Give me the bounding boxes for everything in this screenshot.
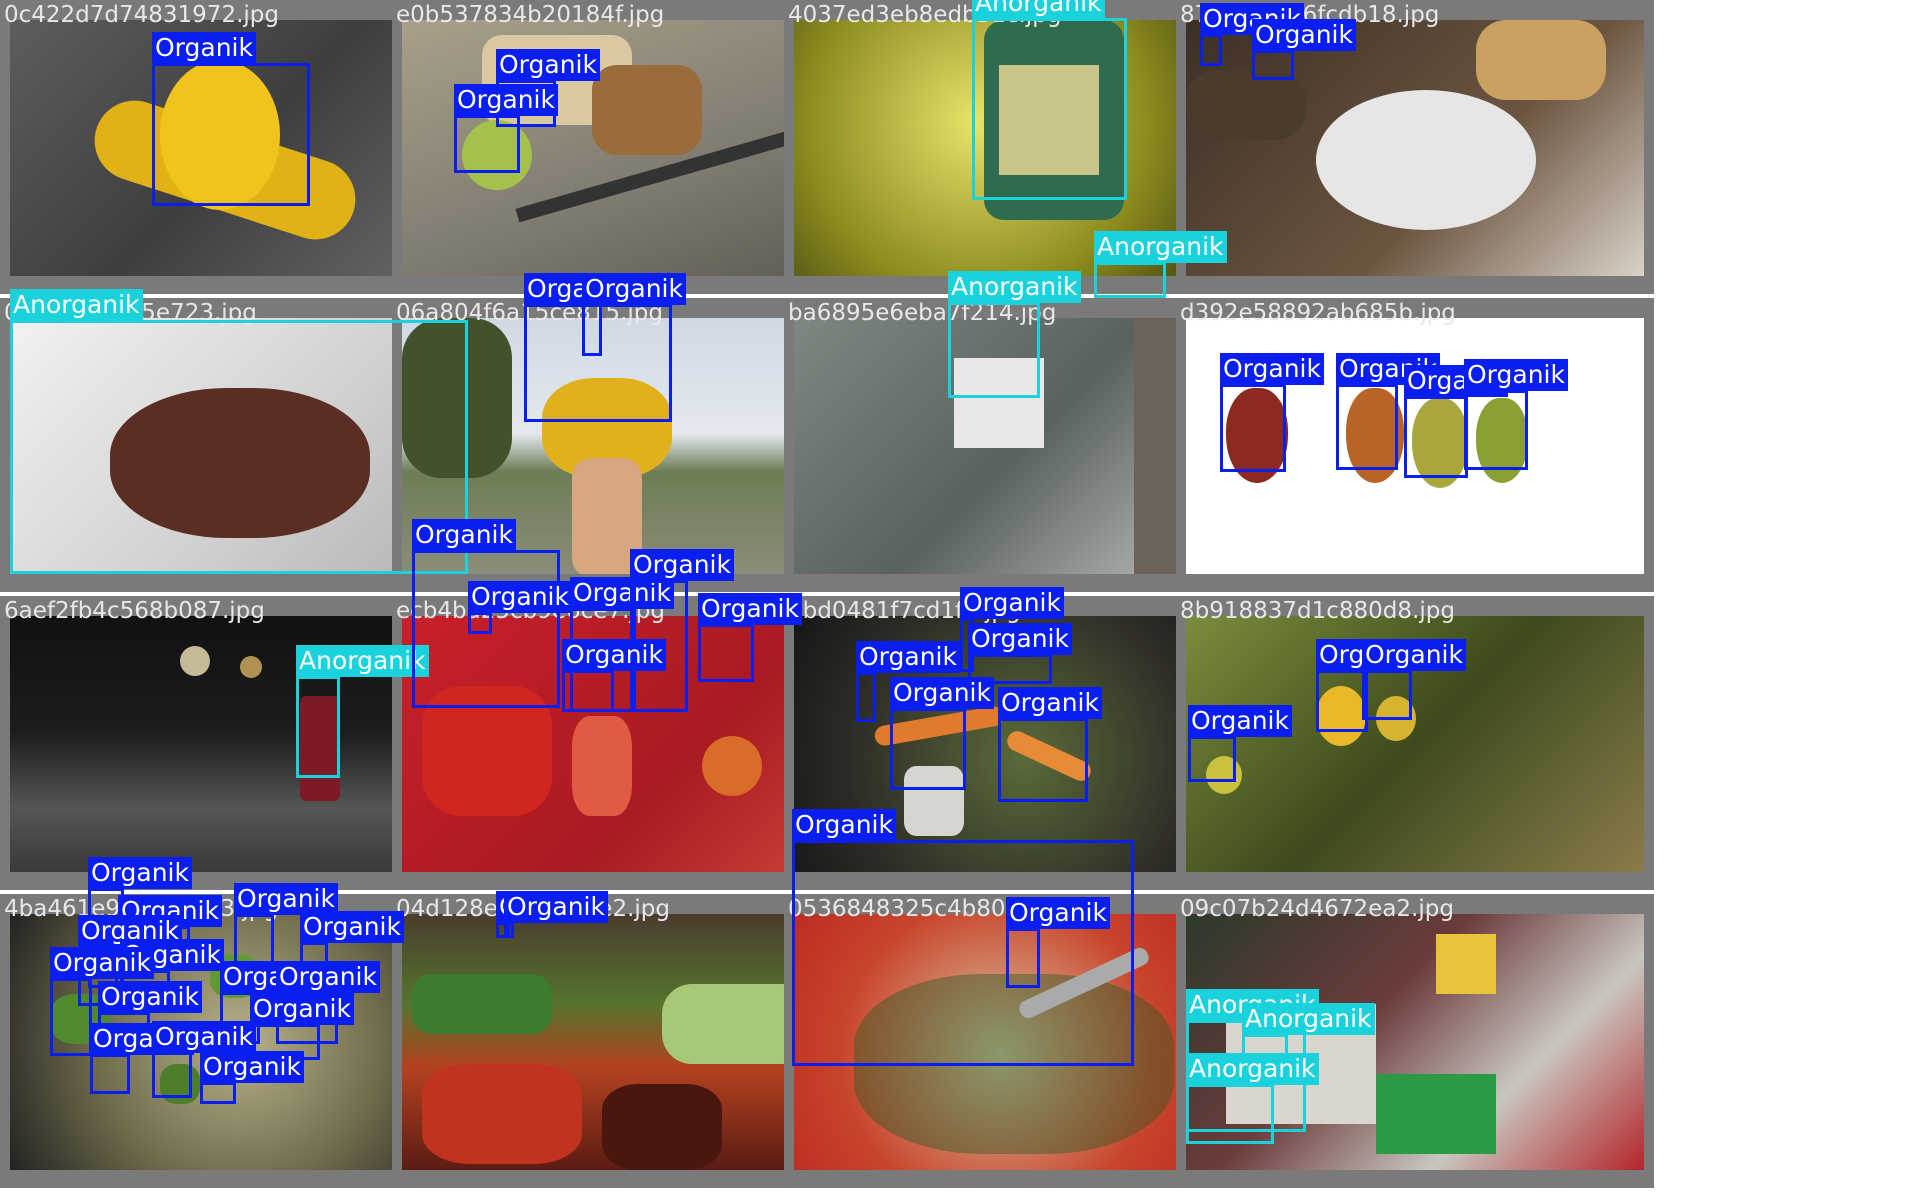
detection-box[interactable]: Organik — [998, 687, 1102, 802]
detection-label: Organik — [968, 623, 1072, 655]
detection-label: Organik — [152, 1021, 256, 1053]
detection-label: Anorganik — [1094, 231, 1227, 263]
detection-box[interactable]: Organik — [890, 677, 994, 790]
tile-3[interactable]: 87f3d9ec86fcdb18.jpg Organik Organik — [1176, 0, 1654, 294]
detection-label: Organik — [300, 911, 404, 943]
detection-label: Organik — [630, 549, 734, 581]
detection-box[interactable]: Organik — [1252, 19, 1356, 80]
detection-label: Organik — [792, 809, 896, 841]
detection-label: Organik — [50, 947, 154, 979]
detection-box[interactable]: Organik — [562, 639, 666, 712]
detection-label: Organik — [998, 687, 1102, 719]
detection-label: Organik — [1362, 639, 1466, 671]
detection-box[interactable]: Organik — [454, 84, 558, 173]
detection-label: Organik — [1220, 353, 1324, 385]
detection-label: Organik — [468, 581, 572, 613]
detection-box[interactable]: Anorganik — [948, 271, 1081, 398]
detection-label: Anorganik — [972, 0, 1105, 19]
detection-box[interactable]: Organik — [1316, 639, 1420, 732]
detection-label: Organik — [88, 857, 192, 889]
tile-filename: 0c422d7d74831972.jpg — [4, 2, 279, 28]
detection-label: Organik — [890, 677, 994, 709]
detection-box[interactable]: Organik — [1362, 639, 1466, 720]
detection-box[interactable]: Organik — [1336, 353, 1440, 470]
detection-label: Organik — [1464, 359, 1568, 391]
tile-11[interactable]: 8b918837d1c880d8.jpg Organik Organik Org… — [1176, 596, 1654, 890]
detection-label: Organik — [250, 993, 354, 1025]
detection-label: Organik — [698, 593, 802, 625]
detection-box[interactable]: Organik — [1404, 365, 1508, 478]
detection-box[interactable]: Organik — [200, 1051, 304, 1104]
detection-box[interactable]: Organik — [1220, 353, 1324, 472]
tile-4[interactable]: 0c9b5f2e055e723.jpg Anorganik — [0, 289, 478, 592]
detection-box[interactable]: Anorganik — [296, 645, 429, 778]
tile-filename: 6aef2fb4c568b087.jpg — [4, 598, 265, 624]
detection-label: Organik — [496, 49, 600, 81]
tile-15[interactable]: 09c07b24d4672ea2.jpg Anorganik Anorganik… — [1176, 894, 1654, 1188]
detection-label: Organik — [200, 1051, 304, 1083]
detection-label: Anorganik — [1242, 1003, 1375, 1035]
detection-label: Anorganik — [296, 645, 429, 677]
detection-box[interactable]: Organik — [468, 581, 572, 634]
detection-label: Anorganik — [10, 289, 143, 321]
tile-filename: d392e58892ab685b.jpg — [1180, 300, 1456, 326]
detection-label: Organik — [1252, 19, 1356, 51]
detection-label: Organik — [582, 273, 686, 305]
detection-label: Anorganik — [1186, 1053, 1319, 1085]
detection-box[interactable]: Anorganik — [1094, 231, 1227, 298]
detection-box[interactable]: Organik — [1200, 3, 1304, 66]
detection-box[interactable]: Organik — [90, 1023, 194, 1094]
detection-label: Organik — [960, 587, 1064, 619]
detection-label: Anorganik — [948, 271, 1081, 303]
detection-box[interactable]: Organik — [698, 593, 802, 682]
detection-box[interactable]: Organik — [1464, 359, 1568, 470]
detection-label: Organik — [98, 981, 202, 1013]
detection-box[interactable]: Organik — [152, 1021, 256, 1098]
detection-box[interactable]: Organik — [50, 947, 154, 1056]
detection-label: Organik — [856, 641, 960, 673]
detection-box[interactable]: Anorganik — [972, 0, 1127, 200]
tile-filename: 09c07b24d4672ea2.jpg — [1180, 896, 1454, 922]
detection-box[interactable]: Organik — [582, 273, 686, 356]
detection-box[interactable]: Organik — [856, 641, 960, 722]
detection-label: Organik — [152, 32, 256, 64]
detection-label: Organik — [454, 84, 558, 116]
detection-label: Organik — [412, 519, 516, 551]
detection-label: Organik — [562, 639, 666, 671]
detection-box[interactable]: Organik — [792, 809, 1134, 1066]
tile-filename: e0b537834b20184f.jpg — [396, 2, 665, 28]
tile-filename: 8b918837d1c880d8.jpg — [1180, 598, 1455, 624]
mosaic-grid: 0c422d7d74831972.jpg Organik e0b537834b2… — [0, 0, 1920, 1192]
detection-box[interactable]: Anorganik — [1186, 1053, 1319, 1144]
tile-7[interactable]: d392e58892ab685b.jpg Organik Organik Org… — [1176, 298, 1654, 592]
detection-box[interactable]: Organik — [504, 891, 608, 938]
detection-label: Organik — [504, 891, 608, 923]
detection-box[interactable]: Anorganik — [10, 289, 468, 574]
detection-box[interactable]: Organik — [1006, 897, 1110, 988]
detection-label: Organik — [1188, 705, 1292, 737]
detection-label: Organik — [276, 961, 380, 993]
detection-box[interactable]: Organik — [1188, 705, 1292, 782]
detection-box[interactable]: Organik — [152, 32, 310, 206]
detection-label: Organik — [1006, 897, 1110, 929]
